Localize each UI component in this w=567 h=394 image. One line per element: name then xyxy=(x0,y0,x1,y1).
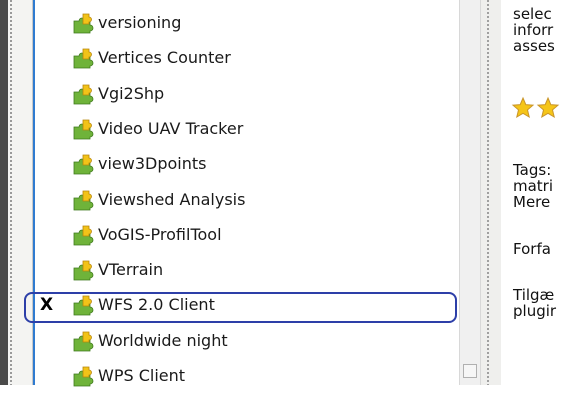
detail-author-label: Forfa xyxy=(513,240,551,258)
detail-more-link[interactable]: Mere xyxy=(513,194,550,210)
detail-description-line: selec xyxy=(513,5,552,23)
plugin-name-label: WPS Client xyxy=(98,366,186,385)
puzzle-piece-icon xyxy=(71,294,97,316)
plugin-name-label: Video UAV Tracker xyxy=(98,118,244,138)
plugin-name-label: view3Dpoints xyxy=(98,154,207,174)
plugin-list-item[interactable]: Viewshed Analysis xyxy=(35,183,461,218)
plugin-list-item[interactable]: Video UAV Tracker xyxy=(35,112,461,147)
puzzle-piece-icon xyxy=(71,224,97,246)
puzzle-piece-icon xyxy=(71,47,97,69)
plugin-list-item[interactable]: view3Dpoints xyxy=(35,147,461,182)
detail-description-line: asses xyxy=(513,37,555,55)
plugin-list-item[interactable]: Vgi2Shp xyxy=(35,77,461,112)
left-window-edge xyxy=(0,0,8,385)
plugin-enabled-checkbox[interactable]: X xyxy=(39,297,54,314)
puzzle-piece-icon xyxy=(71,118,97,140)
puzzle-piece-icon xyxy=(71,259,97,281)
plugin-list-scrollbar[interactable] xyxy=(459,0,481,385)
detail-tags-value[interactable]: matri xyxy=(513,178,553,194)
puzzle-piece-icon xyxy=(71,153,97,175)
detail-description-line: inforr xyxy=(513,21,554,39)
puzzle-piece-icon xyxy=(71,330,97,352)
panel-splitter[interactable] xyxy=(481,0,501,385)
plugin-list-item[interactable]: versioning xyxy=(35,6,461,41)
plugin-list-item[interactable]: Worldwide night xyxy=(35,324,461,359)
left-dock-splitter[interactable] xyxy=(8,0,33,385)
plugin-details-panel: selec inforr asses Tags: matri Mere Forf… xyxy=(501,0,567,385)
rating-stars xyxy=(511,96,561,122)
plugin-name-label: VoGIS-ProfilTool xyxy=(98,224,222,244)
plugin-name-label: WFS 2.0 Client xyxy=(98,295,215,315)
plugin-name-label: Viewshed Analysis xyxy=(98,189,246,209)
plugin-list-item[interactable]: VoGIS-ProfilTool xyxy=(35,218,461,253)
plugin-list-item[interactable]: Vertices Counter xyxy=(35,41,461,76)
puzzle-piece-icon xyxy=(71,189,97,211)
plugin-list: versioning Vertices Counter Vgi2Shp Video U… xyxy=(33,0,461,387)
plugin-list-item[interactable]: WPS Client xyxy=(35,359,461,394)
puzzle-piece-icon xyxy=(71,12,97,34)
detail-available-value: plugir xyxy=(513,302,557,320)
plugin-name-label: Worldwide night xyxy=(98,330,228,350)
detail-available-label: Tilgæ xyxy=(513,286,555,304)
detail-tags-label: Tags: xyxy=(513,161,552,179)
star-icon xyxy=(511,96,535,119)
plugin-name-label: Vgi2Shp xyxy=(98,83,165,103)
plugin-name-label: versioning xyxy=(98,13,182,32)
plugin-name-label: VTerrain xyxy=(98,260,164,280)
plugin-list-item[interactable]: X WFS 2.0 Client xyxy=(35,288,461,323)
plugin-name-label: Vertices Counter xyxy=(98,48,231,68)
puzzle-piece-icon xyxy=(71,365,97,387)
scrollbar-resize-grip[interactable] xyxy=(463,364,477,378)
puzzle-piece-icon xyxy=(71,83,97,105)
plugin-list-item[interactable]: VTerrain xyxy=(35,253,461,288)
star-icon xyxy=(536,96,560,119)
